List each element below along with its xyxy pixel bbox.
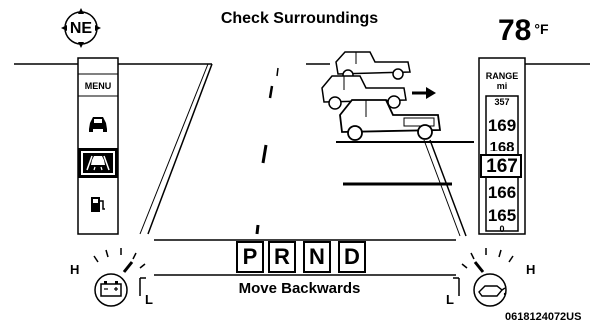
road-edge-right-inner [423,139,461,237]
gear-reverse[interactable]: R [268,241,296,273]
range-value: 169 [487,116,517,135]
range-value: 165 [487,206,517,225]
range-label-title: RANGE [485,71,519,81]
outside-temperature: 78 °F [498,14,549,48]
range-tick-min: 0 [499,224,505,234]
oil-high-label: H [526,262,536,277]
range-tick-max: 357 [494,97,510,107]
road-edge-left-inner [139,63,209,235]
oil-low-label: L [446,292,454,307]
menu-label[interactable]: MENU [80,81,116,91]
battery-gauge [93,248,146,307]
figure-code: 0618124072US [505,311,582,323]
range-label: RANGE mi [480,71,524,91]
lane-assist-button[interactable] [78,148,118,178]
lane-assist-icon [81,151,115,175]
range-value: 166 [487,183,517,202]
gear-neutral[interactable]: N [303,241,331,273]
battery-low-label: L [145,292,153,307]
direction-arrow-icon [412,87,436,99]
road-edge-left [147,63,213,235]
range-value: 168 [489,139,515,151]
range-selected-value: 167 [486,156,518,177]
battery-high-label: H [70,262,80,277]
fuel-pump-icon[interactable] [89,195,107,215]
status-message: Move Backwards [238,280,361,297]
lane-dash [276,67,279,77]
car-icon[interactable] [86,114,110,134]
lane-dash [261,144,268,164]
gear-park[interactable]: P [236,241,264,273]
lane-dash [268,85,274,99]
oil-gauge [453,248,514,307]
temperature-value: 78 [498,14,532,47]
lane-dash [255,224,260,235]
gear-drive[interactable]: D [338,241,366,273]
road-edge-right [429,139,467,237]
temperature-unit: °F [534,21,549,37]
range-label-unit: mi [496,81,508,91]
